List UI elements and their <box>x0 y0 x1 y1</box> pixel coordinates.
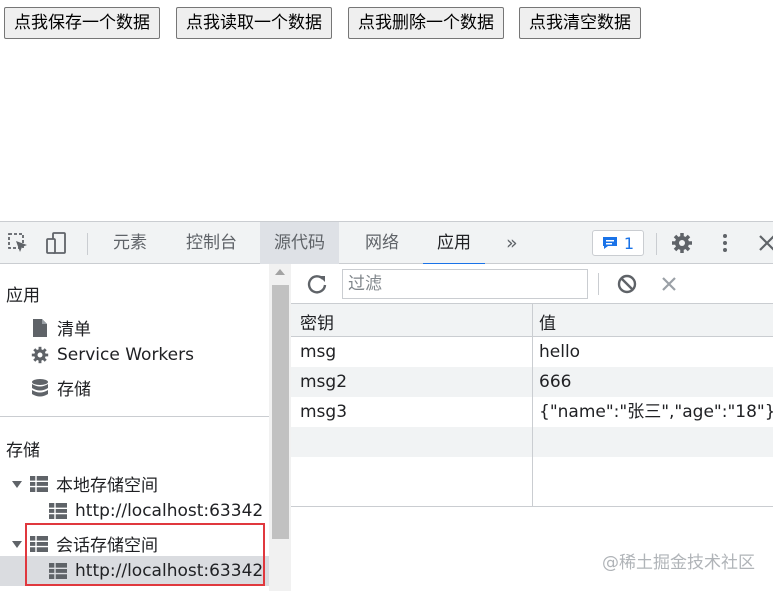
cell-value: hello <box>539 342 581 362</box>
table-bottom-border <box>291 506 773 507</box>
gear-icon <box>31 346 49 364</box>
triangle-down-icon[interactable] <box>12 479 22 489</box>
tree-item-local-origin[interactable]: http://localhost:63342 <box>49 501 263 521</box>
issues-count: 1 <box>623 233 635 253</box>
scroll-up-icon[interactable] <box>269 264 291 280</box>
kebab-icon[interactable] <box>714 232 736 254</box>
triangle-down-icon[interactable] <box>12 539 22 549</box>
grid-icon <box>49 503 67 519</box>
delete-data-button[interactable]: 点我删除一个数据 <box>348 7 504 39</box>
refresh-icon[interactable] <box>306 273 328 295</box>
tab-application[interactable]: 应用 <box>423 222 485 265</box>
delete-selected-icon[interactable] <box>658 273 680 295</box>
tab-sources[interactable]: 源代码 <box>260 222 339 264</box>
clear-all-icon[interactable] <box>616 273 638 295</box>
sidebar-item-label: 存储 <box>57 380 91 400</box>
tree-item-label: http://localhost:63342 <box>75 501 264 521</box>
save-data-button[interactable]: 点我保存一个数据 <box>4 7 160 39</box>
sidebar-item-service-workers[interactable]: Service Workers <box>31 345 194 365</box>
toolbar-separator <box>656 233 657 255</box>
watermark: @稀土掘金技术社区 <box>602 553 755 573</box>
devtools-toolbar: 元素 控制台 源代码 网络 应用 » 1 <box>0 221 773 265</box>
cell-value: {"name":"张三","age":"18"} <box>539 402 773 422</box>
sidebar-item-label: Service Workers <box>57 345 194 365</box>
document-icon <box>33 318 47 337</box>
column-separator[interactable] <box>532 304 533 506</box>
cell-key: msg2 <box>300 372 348 392</box>
storage-section-title: 存储 <box>6 441 40 461</box>
tab-network[interactable]: 网络 <box>351 222 413 264</box>
filter-input[interactable]: 过滤 <box>342 269 588 299</box>
gear-icon[interactable] <box>671 232 693 254</box>
issues-icon <box>602 237 617 249</box>
device-icon[interactable] <box>46 232 68 254</box>
more-tabs-icon[interactable]: » <box>492 222 532 264</box>
column-header-key[interactable]: 密钥 <box>300 309 334 334</box>
tree-item-label: 本地存储空间 <box>56 476 158 496</box>
sidebar-item-storage[interactable]: 存储 <box>31 375 91 400</box>
storage-table-panel: 过滤 密钥 值 msg hello msg2 666 msg3 {"name":… <box>291 264 773 591</box>
inspect-icon[interactable] <box>7 232 29 254</box>
app-section-title: 应用 <box>6 286 40 306</box>
sidebar-divider <box>0 416 269 417</box>
cell-value: 666 <box>539 372 572 392</box>
close-icon[interactable] <box>756 232 773 254</box>
issues-button[interactable]: 1 <box>592 230 644 256</box>
sidebar-item-label: 清单 <box>57 320 91 340</box>
clear-data-button[interactable]: 点我清空数据 <box>519 7 641 39</box>
tree-item-local-storage[interactable]: 本地存储空间 <box>12 471 158 496</box>
scrollbar-thumb[interactable] <box>272 285 289 539</box>
cell-key: msg <box>300 342 337 362</box>
tab-console[interactable]: 控制台 <box>172 222 251 264</box>
sidebar-item-manifest[interactable]: 清单 <box>31 315 91 340</box>
cell-key: msg3 <box>300 402 348 422</box>
toolbar-separator <box>87 233 88 255</box>
read-data-button[interactable]: 点我读取一个数据 <box>176 7 332 39</box>
highlight-box <box>25 523 265 586</box>
database-icon <box>32 378 48 396</box>
toolbar-separator <box>598 273 599 295</box>
column-header-value[interactable]: 值 <box>539 309 556 334</box>
tab-elements[interactable]: 元素 <box>99 222 161 264</box>
filter-bar: 过滤 <box>291 264 773 304</box>
grid-icon <box>30 475 48 492</box>
